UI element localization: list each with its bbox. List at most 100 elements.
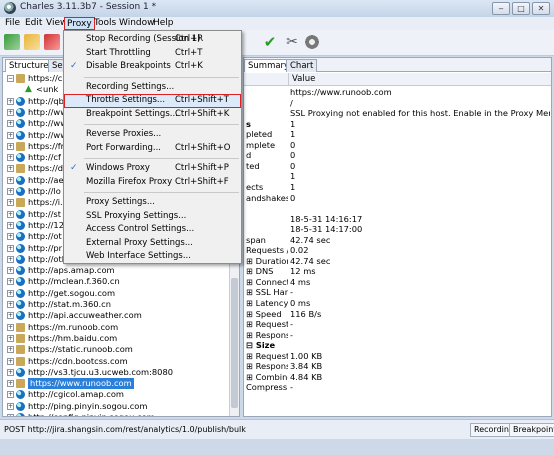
menu-item-disable-breakpoints[interactable]: ✓ Disable Breakpoints Ctrl+K <box>64 60 241 74</box>
expand-toggle-icon[interactable]: + <box>7 346 14 354</box>
property-row[interactable]: ted 0 <box>244 161 551 172</box>
tree-row[interactable]: + https://cdn.bootcss.com <box>3 356 229 367</box>
property-row[interactable]: pleted 1 <box>244 129 551 140</box>
expand-toggle-icon[interactable]: + <box>7 267 14 275</box>
expand-toggle-icon[interactable]: + <box>7 255 14 263</box>
expand-toggle-icon[interactable]: + <box>7 221 14 229</box>
tree-row[interactable]: + http://stat.m.360.cn <box>3 299 229 310</box>
expand-toggle-icon[interactable]: + <box>7 108 14 116</box>
property-row[interactable]: ⊞ SSL Handshake- <box>244 287 551 298</box>
tree-row[interactable]: + http://vs3.tjcu.u3.ucweb.com:8080 <box>3 367 229 378</box>
menu-item-ssl-proxying-settings[interactable]: SSL Proxying Settings... <box>64 210 241 224</box>
property-row[interactable]: https://www.runoob.com <box>244 87 551 98</box>
expand-toggle-icon[interactable]: + <box>7 176 14 184</box>
property-row[interactable]: / <box>244 98 551 109</box>
property-row[interactable]: 1 <box>244 171 551 182</box>
expand-toggle-icon[interactable]: + <box>7 278 14 286</box>
menu-item-start-throttling[interactable]: Start Throttling Ctrl+T <box>64 47 241 61</box>
menu-item-mozilla-firefox-proxy[interactable]: Mozilla Firefox Proxy Ctrl+Shift+F <box>64 176 241 190</box>
property-row[interactable]: ⊞ Latency 0 ms <box>244 298 551 309</box>
expand-toggle-icon[interactable]: + <box>7 131 14 139</box>
property-row[interactable]: Requests / sec0.02 <box>244 245 551 256</box>
expand-toggle-icon[interactable]: + <box>7 312 14 320</box>
menu-tools[interactable]: Tools <box>92 17 118 30</box>
new-session-icon[interactable] <box>4 34 20 50</box>
tree-row[interactable]: + http://api.accuweather.com <box>3 310 229 321</box>
property-row[interactable]: Compression- <box>244 382 551 393</box>
property-row[interactable]: andshakes 0 <box>244 193 551 204</box>
property-row[interactable]: ⊞ Requests1.00 KB <box>244 351 551 362</box>
tree-row[interactable]: + http://ping.pinyin.sogou.com <box>3 401 229 412</box>
property-row[interactable]: ⊞ Duration 42.74 sec <box>244 256 551 267</box>
expand-toggle-icon[interactable]: + <box>7 120 14 128</box>
property-row[interactable]: ⊞ Speed 116 B/s <box>244 309 551 320</box>
menu-item-throttle-settings[interactable]: Throttle Settings... Ctrl+Shift+T <box>64 94 241 108</box>
expand-toggle-icon[interactable]: + <box>7 414 14 416</box>
menu-file[interactable]: File <box>3 17 22 30</box>
menu-edit[interactable]: Edit <box>23 17 44 30</box>
property-row[interactable]: span 42.74 sec <box>244 235 551 246</box>
expand-toggle-icon[interactable]: + <box>7 199 14 207</box>
property-row[interactable]: ⊞ Responses3.84 KB <box>244 361 551 372</box>
menu-item-recording-settings[interactable]: Recording Settings... <box>64 81 241 95</box>
menu-proxy[interactable]: Proxy <box>64 17 95 30</box>
menu-item-access-control-settings[interactable]: Access Control Settings... <box>64 223 241 237</box>
expand-toggle-icon[interactable]: + <box>7 188 14 195</box>
menu-item-windows-proxy[interactable]: ✓ Windows Proxy Ctrl+Shift+P <box>64 162 241 176</box>
expand-toggle-icon[interactable]: + <box>7 334 14 342</box>
property-row[interactable]: ⊞ Request Speed- <box>244 319 551 330</box>
validate-checkmark-icon[interactable]: ✔ <box>262 34 278 50</box>
expand-toggle-icon[interactable]: + <box>7 357 14 365</box>
menu-item-external-proxy-settings[interactable]: External Proxy Settings... <box>64 237 241 251</box>
tree-row[interactable]: + http://get.sogou.com <box>3 288 229 299</box>
expand-toggle-icon[interactable]: + <box>7 165 14 173</box>
tree-row[interactable]: + http://config.pinyin.sogou.com <box>3 412 229 416</box>
property-row[interactable]: d0 <box>244 150 551 161</box>
expand-toggle-icon[interactable]: + <box>7 97 14 105</box>
property-row[interactable]: ⊞ Response Speed- <box>244 330 551 341</box>
property-row[interactable]: mplete 0 <box>244 140 551 151</box>
menu-item-port-forwarding[interactable]: Port Forwarding... Ctrl+Shift+O <box>64 142 241 156</box>
expand-toggle-icon[interactable]: + <box>7 154 14 162</box>
property-row[interactable] <box>244 203 551 214</box>
expand-toggle-icon[interactable]: + <box>7 142 14 150</box>
tree-row[interactable]: + http://mclean.f.360.cn <box>3 276 229 287</box>
clear-session-icon[interactable] <box>44 34 60 50</box>
menu-item-proxy-settings[interactable]: Proxy Settings... <box>64 196 241 210</box>
expand-toggle-icon[interactable]: + <box>7 391 14 399</box>
expand-toggle-icon[interactable]: + <box>7 402 14 410</box>
tree-row[interactable]: + http://cgicol.amap.com <box>3 389 229 400</box>
tree-row[interactable]: + http://aps.amap.com <box>3 265 229 276</box>
expand-toggle-icon[interactable]: + <box>7 323 14 331</box>
menu-help[interactable]: Help <box>151 17 176 30</box>
menu-item-reverse-proxies[interactable]: Reverse Proxies... <box>64 128 241 142</box>
expand-toggle-icon[interactable]: + <box>7 380 14 388</box>
minimize-button[interactable]: ‒ <box>492 2 510 15</box>
tree-row[interactable]: + https://m.runoob.com <box>3 322 229 333</box>
expand-toggle-icon[interactable]: + <box>7 244 14 252</box>
property-row[interactable]: 18-5-31 14:16:17 <box>244 214 551 225</box>
close-button[interactable]: ✕ <box>532 2 550 15</box>
tools-wrench-icon[interactable]: ✂ <box>284 34 300 50</box>
menu-item-web-interface-settings[interactable]: Web Interface Settings... <box>64 250 241 264</box>
expand-toggle-icon[interactable]: + <box>7 368 14 376</box>
expand-toggle-icon[interactable]: + <box>7 301 14 308</box>
expand-toggle-icon[interactable]: + <box>7 210 14 218</box>
tree-row[interactable]: + https://hm.baidu.com <box>3 333 229 344</box>
property-row[interactable]: SSL Proxying not enabled for this host. … <box>244 108 551 119</box>
breakpoints-button[interactable]: Breakpoints <box>509 423 554 437</box>
expand-toggle-icon[interactable]: + <box>7 289 14 297</box>
property-row[interactable]: ⊟ Size <box>244 340 551 351</box>
property-row[interactable]: ects 1 <box>244 182 551 193</box>
open-folder-icon[interactable] <box>24 34 40 50</box>
collapse-toggle-icon[interactable]: − <box>7 75 14 82</box>
value-column-header[interactable]: Value <box>288 73 315 86</box>
settings-gear-icon[interactable] <box>304 34 320 50</box>
maximize-button[interactable]: □ <box>512 2 530 15</box>
property-row[interactable]: ⊞ DNS 12 ms <box>244 266 551 277</box>
expand-toggle-icon[interactable]: + <box>7 233 14 241</box>
property-row[interactable]: s1 <box>244 119 551 130</box>
property-row[interactable]: ⊞ Connect 4 ms <box>244 277 551 288</box>
property-row[interactable]: ⊞ Combined4.84 KB <box>244 372 551 383</box>
tab-chart[interactable]: Chart <box>286 59 318 72</box>
